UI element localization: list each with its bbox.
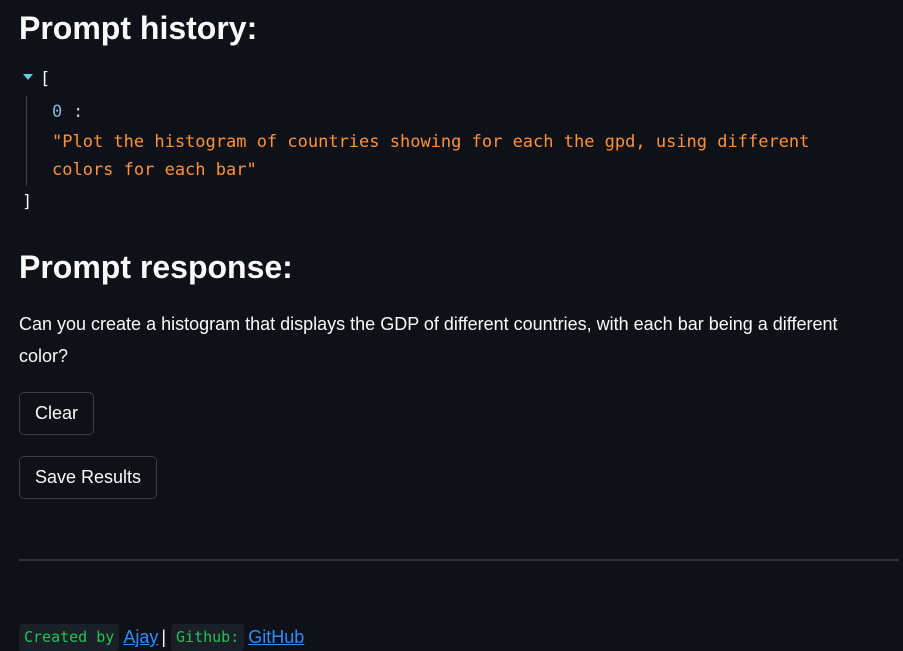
prompt-response-heading: Prompt response: <box>19 249 293 285</box>
github-link[interactable]: GitHub <box>248 624 304 651</box>
json-indent-guide <box>26 96 27 186</box>
divider <box>19 559 899 561</box>
clear-button[interactable]: Clear <box>19 392 95 435</box>
created-by-label: Created by <box>19 624 120 651</box>
author-link[interactable]: Ajay <box>123 624 158 651</box>
response-text: Can you create a histogram that displays… <box>19 314 838 366</box>
json-item-key: 0 <box>52 102 63 122</box>
json-item-value: "Plot the histogram of countries showing… <box>52 132 820 180</box>
json-open-bracket: [ <box>40 69 51 89</box>
save-results-button[interactable]: Save Results <box>19 456 158 499</box>
collapse-caret-icon[interactable] <box>23 74 33 80</box>
footer-separator: | <box>161 627 167 647</box>
prompt-history-heading: Prompt history: <box>19 10 258 46</box>
json-close-bracket: ] <box>22 192 33 212</box>
footer: Created by Ajay | Github: GitHub <box>19 624 304 651</box>
json-colon: : <box>73 102 84 122</box>
github-label: Github: <box>171 624 245 651</box>
